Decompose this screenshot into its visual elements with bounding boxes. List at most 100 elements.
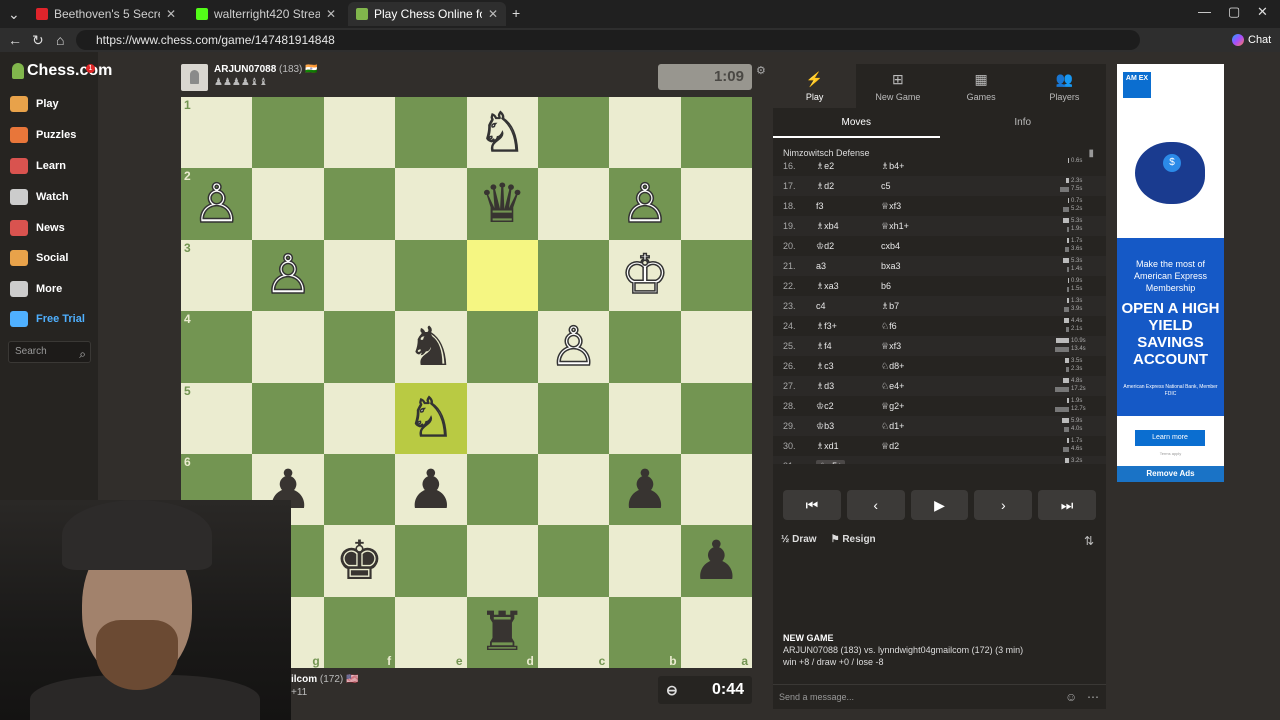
flip-board-icon[interactable]: ⇅ — [1084, 534, 1094, 548]
square-e6[interactable]: ♟ — [395, 453, 467, 526]
square-h4[interactable]: 4 — [181, 311, 253, 383]
black-move[interactable]: ♘d1+ — [881, 421, 904, 432]
square-c7[interactable] — [537, 525, 610, 597]
square-g2[interactable] — [252, 168, 324, 240]
square-c3[interactable] — [537, 239, 610, 312]
black-move[interactable]: ♗b4+ — [881, 161, 904, 172]
url-field[interactable]: https://www.chess.com/game/147481914848 — [76, 30, 1140, 50]
square-b1[interactable] — [609, 97, 681, 169]
sidebar-item-more[interactable]: More — [10, 281, 62, 297]
reload-icon[interactable]: ↻ — [32, 32, 44, 49]
square-e7[interactable] — [395, 525, 467, 597]
square-g1[interactable] — [252, 97, 324, 169]
white-move[interactable]: ♘e5+ — [816, 460, 846, 464]
sidebar-item-play[interactable]: Play — [10, 96, 59, 112]
black-move[interactable]: ♘d8+ — [881, 361, 904, 372]
close-icon[interactable]: ✕ — [326, 7, 336, 21]
tab-info[interactable]: Info — [940, 108, 1107, 138]
window-close-icon[interactable]: ✕ — [1257, 4, 1268, 20]
close-icon[interactable]: ✕ — [166, 7, 176, 21]
tab-chess[interactable]: Play Chess Online for FREE - 2 ✕ — [348, 2, 506, 26]
white-knight-piece[interactable]: ♘ — [406, 390, 456, 446]
copilot-chat-button[interactable]: Chat — [1232, 31, 1276, 49]
square-a3[interactable] — [680, 239, 752, 312]
square-a7[interactable]: ♟ — [680, 525, 752, 597]
square-a1[interactable] — [680, 97, 752, 169]
black-move[interactable]: ♘f6 — [881, 321, 897, 332]
square-c5[interactable] — [537, 382, 610, 454]
white-knight-piece[interactable]: ♘ — [477, 105, 527, 161]
back-icon[interactable]: ← — [8, 32, 22, 48]
square-d4[interactable] — [466, 311, 538, 383]
square-h2[interactable]: 2 ♙ — [181, 168, 253, 240]
square-g5[interactable] — [252, 382, 324, 454]
black-queen-piece[interactable]: ♛ — [478, 177, 526, 231]
square-a6[interactable] — [680, 453, 752, 526]
black-pawn-piece[interactable]: ♟ — [621, 463, 669, 517]
sidebar-item-learn[interactable]: Learn — [10, 158, 66, 174]
remove-ads-button[interactable]: Remove Ads — [1117, 466, 1224, 482]
square-a4[interactable] — [680, 311, 752, 383]
sidebar-item-watch[interactable]: Watch — [10, 189, 69, 205]
square-c8[interactable]: c — [537, 596, 610, 668]
tab-play[interactable]: ⚡ Play — [773, 64, 857, 108]
close-icon[interactable]: ✕ — [488, 7, 498, 21]
sidebar-item-social[interactable]: Social — [10, 250, 68, 266]
square-d5[interactable] — [466, 382, 538, 454]
tab-moves[interactable]: Moves — [773, 108, 940, 138]
white-move[interactable]: ♗xa3 — [816, 281, 839, 292]
square-b5[interactable] — [609, 382, 681, 454]
square-h3[interactable]: 3 — [181, 239, 253, 312]
sidebar-search[interactable]: Search ⌕ — [8, 341, 91, 363]
square-a8[interactable]: a — [680, 596, 752, 668]
top-player-name[interactable]: ARJUN07088 (183) 🇮🇳 — [214, 64, 318, 75]
black-move[interactable]: ♕xf3 — [881, 341, 901, 352]
square-b3[interactable]: ♔ — [609, 239, 681, 312]
square-d3[interactable] — [466, 239, 538, 312]
square-c6[interactable] — [537, 453, 610, 526]
white-pawn-piece[interactable]: ♙ — [263, 248, 313, 304]
square-f3[interactable] — [323, 239, 396, 312]
more-icon[interactable]: ⋯ — [1087, 685, 1099, 710]
tab-youtube[interactable]: Beethoven's 5 Secrets | OneRepub ✕ — [28, 2, 184, 26]
white-pawn-piece[interactable]: ♙ — [620, 176, 670, 232]
tab-new-game[interactable]: ⊞ New Game — [856, 64, 939, 108]
square-g3[interactable]: ♙ — [252, 239, 324, 312]
square-h5[interactable]: 5 — [181, 382, 253, 454]
square-e3[interactable] — [395, 239, 467, 312]
square-b8[interactable]: b — [609, 596, 681, 668]
black-move[interactable]: ♕d2 — [881, 441, 899, 452]
square-d1[interactable]: ♘ — [466, 97, 538, 169]
square-f8[interactable]: f — [323, 596, 396, 668]
sidebar-item-news[interactable]: News — [10, 220, 65, 236]
amex-ad[interactable]: AM EX $ Make the most of American Expres… — [1117, 64, 1224, 482]
play-button[interactable]: ▶ — [910, 490, 969, 520]
next-move-button[interactable]: › — [974, 490, 1033, 520]
square-c4[interactable]: ♙ — [537, 311, 610, 383]
square-c2[interactable] — [537, 168, 610, 240]
square-b7[interactable] — [609, 525, 681, 597]
white-pawn-piece[interactable]: ♙ — [549, 319, 599, 375]
square-g4[interactable] — [252, 311, 324, 383]
tab-players[interactable]: 👥 Players — [1023, 64, 1106, 108]
square-d6[interactable] — [466, 453, 538, 526]
square-b4[interactable] — [609, 311, 681, 383]
white-move[interactable]: ♗d2 — [816, 181, 834, 192]
black-move[interactable]: bxa3 — [881, 261, 901, 271]
white-move[interactable]: c4 — [816, 301, 826, 311]
white-move[interactable]: ♔d2 — [816, 241, 834, 252]
black-pawn-piece[interactable]: ♟ — [407, 463, 455, 517]
resign-button[interactable]: ⚑ Resign — [831, 534, 876, 545]
white-move[interactable]: ♗f4 — [816, 341, 832, 352]
square-d8[interactable]: d ♜ — [466, 596, 538, 668]
black-move[interactable]: c5 — [881, 181, 891, 191]
black-king-piece[interactable]: ♚ — [335, 534, 383, 588]
maximize-icon[interactable]: ▢ — [1228, 4, 1240, 20]
tab-games[interactable]: ▦ Games — [940, 64, 1023, 108]
square-e5[interactable]: ♘ — [395, 382, 467, 454]
white-king-piece[interactable]: ♔ — [620, 248, 670, 304]
square-f6[interactable] — [323, 453, 396, 526]
draw-button[interactable]: ½ Draw — [781, 534, 817, 545]
square-f5[interactable] — [323, 382, 396, 454]
black-move[interactable]: ♗b7 — [881, 301, 899, 312]
